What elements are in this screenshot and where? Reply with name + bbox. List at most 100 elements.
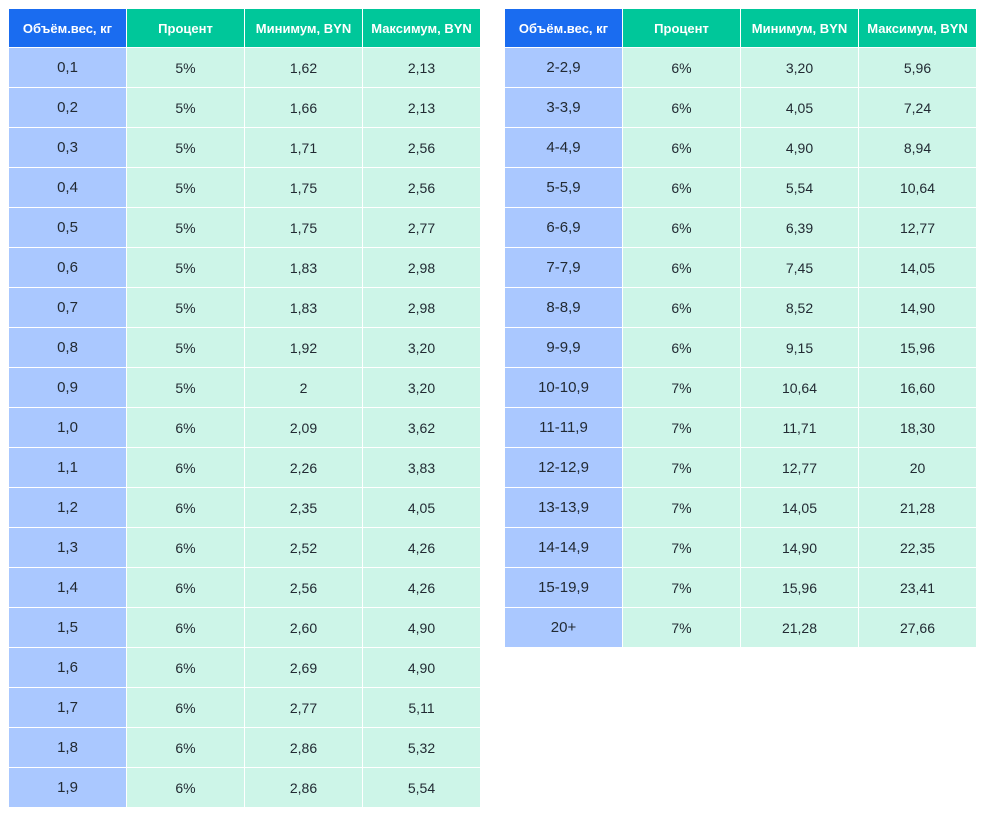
cell-weight: 4-4,9	[505, 128, 622, 167]
cell-minimum: 12,77	[741, 448, 858, 487]
cell-percent: 5%	[127, 288, 244, 327]
table-row: 7-7,9 6% 7,45 14,05	[505, 248, 976, 287]
table-row: 1,2 6% 2,35 4,05	[9, 488, 480, 527]
cell-percent: 6%	[623, 328, 740, 367]
cell-weight: 6-6,9	[505, 208, 622, 247]
cell-weight: 1,4	[9, 568, 126, 607]
cell-minimum: 1,66	[245, 88, 362, 127]
table-header-row: Объём.вес, кг Процент Минимум, BYN Макси…	[505, 9, 976, 47]
table-row: 0,7 5% 1,83 2,98	[9, 288, 480, 327]
cell-maximum: 5,54	[363, 768, 480, 807]
table-row: 13-13,9 7% 14,05 21,28	[505, 488, 976, 527]
cell-weight: 3-3,9	[505, 88, 622, 127]
header-maximum: Максимум, BYN	[859, 9, 976, 47]
table-row: 9-9,9 6% 9,15 15,96	[505, 328, 976, 367]
table-row: 20+ 7% 21,28 27,66	[505, 608, 976, 647]
cell-minimum: 2,69	[245, 648, 362, 687]
cell-minimum: 2,60	[245, 608, 362, 647]
cell-minimum: 2,77	[245, 688, 362, 727]
cell-weight: 0,2	[9, 88, 126, 127]
cell-minimum: 4,90	[741, 128, 858, 167]
table-row: 1,7 6% 2,77 5,11	[9, 688, 480, 727]
cell-maximum: 5,11	[363, 688, 480, 727]
cell-percent: 6%	[127, 608, 244, 647]
table-row: 1,0 6% 2,09 3,62	[9, 408, 480, 447]
table-row: 1,6 6% 2,69 4,90	[9, 648, 480, 687]
cell-minimum: 1,75	[245, 168, 362, 207]
cell-percent: 6%	[623, 48, 740, 87]
table-row: 2-2,9 6% 3,20 5,96	[505, 48, 976, 87]
cell-maximum: 2,13	[363, 48, 480, 87]
table-row: 0,5 5% 1,75 2,77	[9, 208, 480, 247]
table-row: 1,8 6% 2,86 5,32	[9, 728, 480, 767]
cell-maximum: 8,94	[859, 128, 976, 167]
cell-minimum: 11,71	[741, 408, 858, 447]
rate-table-right: Объём.вес, кг Процент Минимум, BYN Макси…	[504, 8, 977, 648]
cell-weight: 0,3	[9, 128, 126, 167]
cell-minimum: 8,52	[741, 288, 858, 327]
cell-weight: 12-12,9	[505, 448, 622, 487]
cell-percent: 6%	[623, 248, 740, 287]
cell-minimum: 2,35	[245, 488, 362, 527]
table-row: 10-10,9 7% 10,64 16,60	[505, 368, 976, 407]
cell-maximum: 5,32	[363, 728, 480, 767]
cell-percent: 6%	[127, 568, 244, 607]
cell-percent: 5%	[127, 248, 244, 287]
cell-maximum: 15,96	[859, 328, 976, 367]
cell-weight: 8-8,9	[505, 288, 622, 327]
cell-maximum: 4,26	[363, 568, 480, 607]
cell-maximum: 14,05	[859, 248, 976, 287]
cell-maximum: 20	[859, 448, 976, 487]
rate-table-left: Объём.вес, кг Процент Минимум, BYN Макси…	[8, 8, 481, 808]
table-row: 0,1 5% 1,62 2,13	[9, 48, 480, 87]
cell-weight: 1,5	[9, 608, 126, 647]
cell-maximum: 2,56	[363, 128, 480, 167]
table-row: 8-8,9 6% 8,52 14,90	[505, 288, 976, 327]
cell-maximum: 27,66	[859, 608, 976, 647]
cell-weight: 15-19,9	[505, 568, 622, 607]
cell-weight: 1,9	[9, 768, 126, 807]
cell-weight: 20+	[505, 608, 622, 647]
cell-minimum: 1,92	[245, 328, 362, 367]
header-maximum: Максимум, BYN	[363, 9, 480, 47]
table-row: 4-4,9 6% 4,90 8,94	[505, 128, 976, 167]
table-row: 1,9 6% 2,86 5,54	[9, 768, 480, 807]
cell-maximum: 4,05	[363, 488, 480, 527]
cell-weight: 1,8	[9, 728, 126, 767]
table-row: 1,4 6% 2,56 4,26	[9, 568, 480, 607]
header-minimum: Минимум, BYN	[741, 9, 858, 47]
cell-maximum: 4,26	[363, 528, 480, 567]
cell-percent: 5%	[127, 88, 244, 127]
cell-percent: 6%	[623, 88, 740, 127]
cell-percent: 7%	[623, 608, 740, 647]
table-row: 15-19,9 7% 15,96 23,41	[505, 568, 976, 607]
table-body-right: 2-2,9 6% 3,20 5,96 3-3,9 6% 4,05 7,24 4-4,9 6% 4,9…	[505, 48, 976, 647]
cell-maximum: 21,28	[859, 488, 976, 527]
cell-percent: 5%	[127, 328, 244, 367]
cell-percent: 7%	[623, 528, 740, 567]
cell-percent: 7%	[623, 368, 740, 407]
cell-percent: 6%	[623, 128, 740, 167]
cell-percent: 7%	[623, 408, 740, 447]
cell-percent: 5%	[127, 368, 244, 407]
table-row: 1,5 6% 2,60 4,90	[9, 608, 480, 647]
cell-weight: 0,7	[9, 288, 126, 327]
cell-minimum: 2,52	[245, 528, 362, 567]
cell-weight: 9-9,9	[505, 328, 622, 367]
cell-minimum: 5,54	[741, 168, 858, 207]
cell-minimum: 14,05	[741, 488, 858, 527]
cell-weight: 2-2,9	[505, 48, 622, 87]
cell-weight: 7-7,9	[505, 248, 622, 287]
cell-weight: 0,1	[9, 48, 126, 87]
cell-maximum: 16,60	[859, 368, 976, 407]
cell-minimum: 6,39	[741, 208, 858, 247]
cell-percent: 6%	[127, 528, 244, 567]
cell-minimum: 9,15	[741, 328, 858, 367]
table-row: 0,6 5% 1,83 2,98	[9, 248, 480, 287]
header-weight: Объём.вес, кг	[505, 9, 622, 47]
cell-weight: 1,7	[9, 688, 126, 727]
cell-minimum: 1,71	[245, 128, 362, 167]
table-row: 0,4 5% 1,75 2,56	[9, 168, 480, 207]
cell-maximum: 3,83	[363, 448, 480, 487]
table-row: 0,8 5% 1,92 3,20	[9, 328, 480, 367]
